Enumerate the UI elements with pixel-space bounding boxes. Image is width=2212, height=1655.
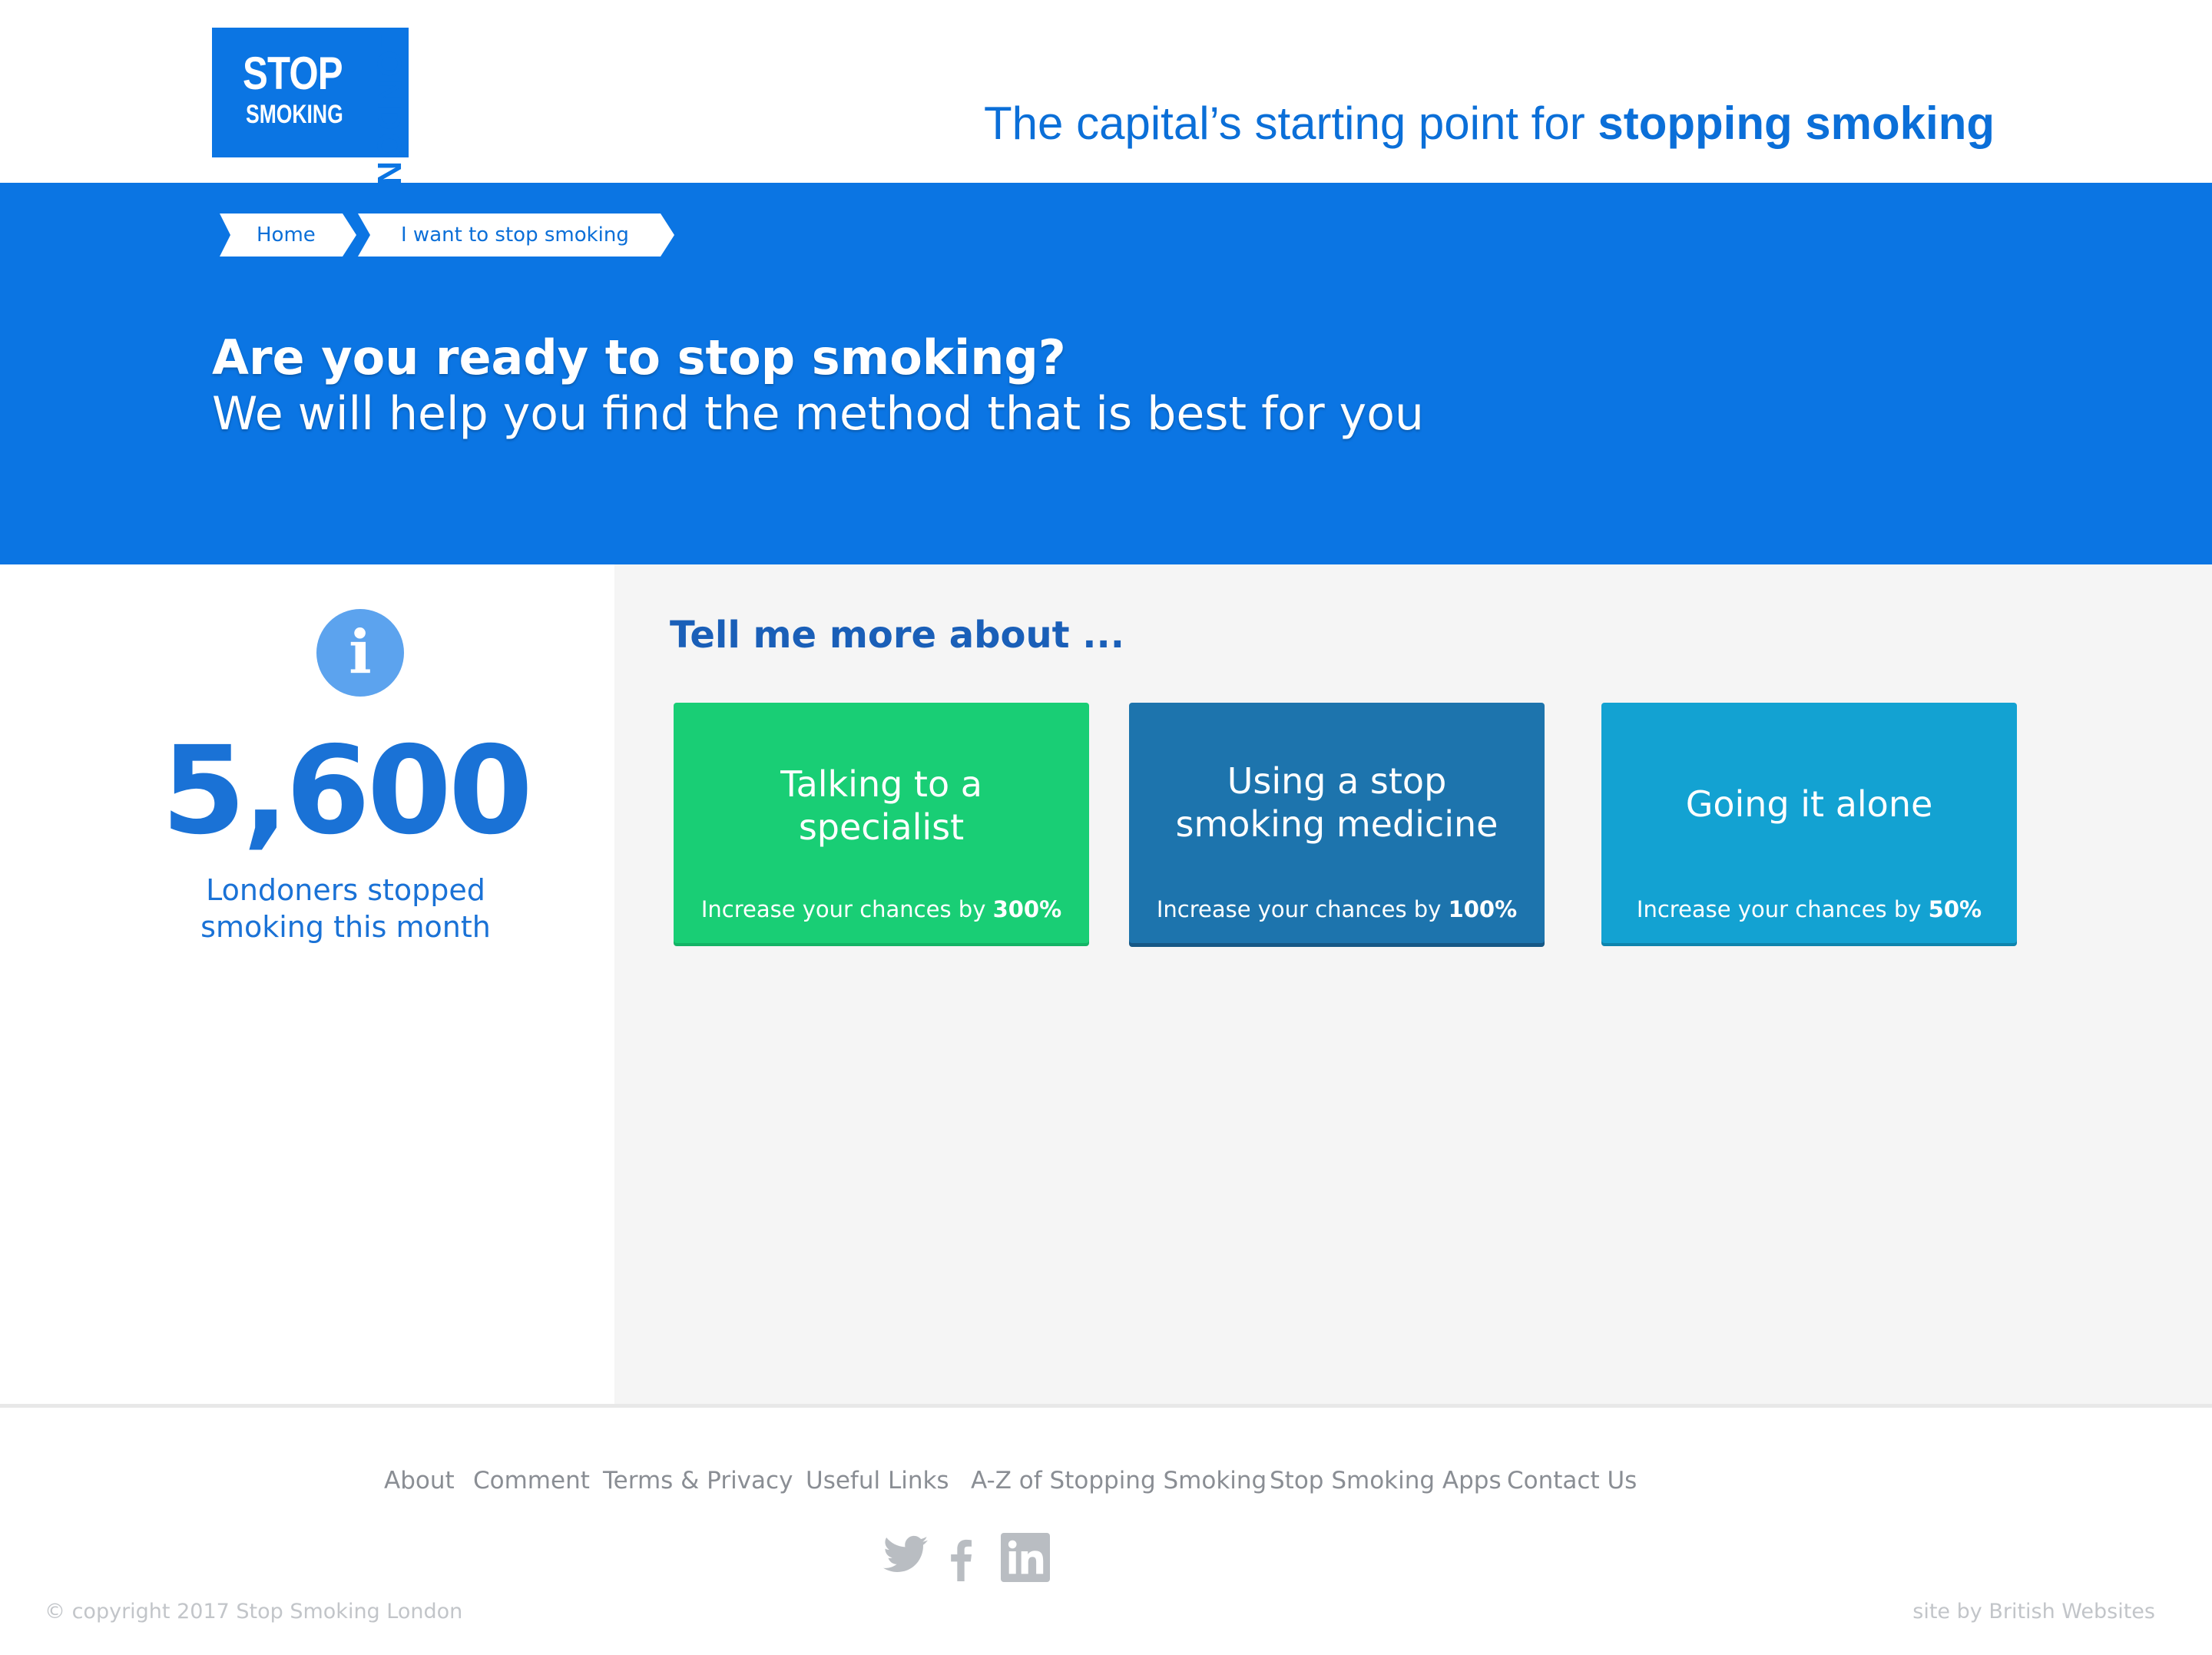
- card-chance-prefix: Increase your chances by: [700, 896, 993, 922]
- info-icon: i: [316, 609, 404, 697]
- site-footer: About Comment Terms & Privacy Useful Lin…: [0, 1404, 2212, 1655]
- footer-link-apps[interactable]: Stop Smoking Apps: [1270, 1465, 1502, 1496]
- logo-london-text: LONDON: [370, 28, 408, 188]
- options-panel: Tell me more about ... Talking to a spec…: [614, 564, 2212, 1404]
- card-title: Using a stop smoking medicine: [1129, 760, 1545, 846]
- breadcrumb-current-label: I want to stop smoking: [401, 223, 629, 247]
- breadcrumb-home-label: Home: [257, 223, 316, 247]
- card-chance-value: 50%: [1928, 896, 1982, 922]
- footer-link-contact[interactable]: Contact Us: [1507, 1465, 1637, 1496]
- card-title-line2: specialist: [798, 806, 965, 848]
- site-credit-link[interactable]: site by British Websites: [1912, 1599, 2155, 1625]
- logo-smoking-text: SMOKING: [246, 100, 343, 129]
- card-title-line1: Using a stop: [1227, 760, 1447, 802]
- tagline-highlight: stopping smoking: [1598, 98, 1995, 149]
- copyright-text: © copyright 2017 Stop Smoking London: [45, 1600, 463, 1624]
- option-card-alone[interactable]: Going it alone Increase your chances by …: [1601, 703, 2017, 943]
- footer-link-terms-privacy[interactable]: Terms & Privacy: [603, 1465, 793, 1496]
- hero-banner: Home I want to stop smoking Are you read…: [0, 183, 2212, 564]
- card-chance-text: Increase your chances by 100%: [1129, 894, 1545, 925]
- quitters-count: 5,600: [161, 720, 533, 862]
- card-title: Talking to a specialist: [674, 763, 1089, 849]
- card-chance-prefix: Increase your chances by: [1156, 896, 1449, 922]
- tagline-prefix: The capital’s starting point for: [984, 98, 1598, 149]
- quitters-caption: Londoners stopped smoking this month: [0, 872, 691, 945]
- footer-link-comment[interactable]: Comment: [473, 1465, 590, 1496]
- footer-link-a-z[interactable]: A-Z of Stopping Smoking: [971, 1465, 1267, 1496]
- breadcrumb-current[interactable]: I want to stop smoking: [358, 213, 674, 257]
- option-card-specialist[interactable]: Talking to a specialist Increase your ch…: [674, 703, 1089, 943]
- card-chance-value: 300%: [992, 896, 1062, 922]
- facebook-icon[interactable]: [949, 1538, 972, 1581]
- hero-title: Are you ready to stop smoking?: [212, 329, 1066, 386]
- options-heading: Tell me more about ...: [670, 614, 1125, 657]
- card-chance-value: 100%: [1448, 896, 1518, 922]
- breadcrumb-home[interactable]: Home: [220, 213, 356, 257]
- twitter-icon[interactable]: [883, 1534, 928, 1574]
- linkedin-icon[interactable]: [1001, 1533, 1050, 1582]
- card-title-line2: smoking medicine: [1175, 803, 1498, 845]
- logo-london-wordmark: LONDON: [361, 28, 416, 188]
- site-header: STOP SMOKING LONDON The capital’s starti…: [0, 0, 2212, 188]
- site-tagline: The capital’s starting point for stoppin…: [984, 97, 1995, 151]
- card-title-line1: Going it alone: [1685, 783, 1933, 825]
- card-title-line1: Talking to a: [780, 763, 982, 805]
- hero-subtitle: We will help you find the method that is…: [212, 387, 1424, 441]
- card-chance-prefix: Increase your chances by: [1636, 896, 1929, 922]
- card-title: Going it alone: [1601, 783, 2017, 826]
- quitters-caption-line1: Londoners stopped: [206, 873, 485, 907]
- card-chance-text: Increase your chances by 300%: [674, 894, 1089, 925]
- logo-stop-text: STOP: [243, 48, 343, 99]
- card-chance-text: Increase your chances by 50%: [1601, 894, 2017, 925]
- option-card-medicine[interactable]: Using a stop smoking medicine Increase y…: [1129, 703, 1545, 943]
- footer-link-about[interactable]: About: [384, 1465, 455, 1496]
- stats-panel: i 5,600 Londoners stopped smoking this m…: [0, 564, 614, 1404]
- footer-link-useful-links[interactable]: Useful Links: [806, 1465, 949, 1496]
- quitters-caption-line2: smoking this month: [200, 910, 491, 944]
